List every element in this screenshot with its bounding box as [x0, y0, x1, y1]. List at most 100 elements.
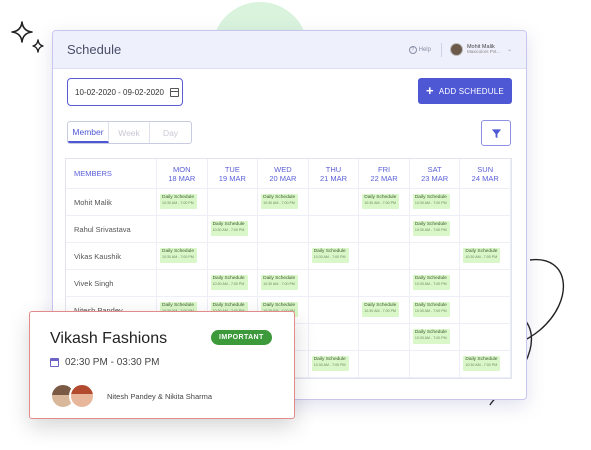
filter-button[interactable] — [481, 120, 511, 146]
schedule-chip[interactable]: Daily Schedule10:30 AM - 7:00 PM — [261, 275, 299, 290]
schedule-cell[interactable]: Daily Schedule10:30 AM - 7:00 PM — [157, 243, 208, 270]
schedule-cell[interactable] — [308, 189, 360, 216]
help-link[interactable]: ? Help — [408, 45, 431, 54]
schedule-cell[interactable]: Daily Schedule10:30 AM - 7:00 PM — [258, 189, 309, 216]
tab-day[interactable]: Day — [150, 122, 191, 143]
schedule-cell[interactable]: Daily Schedule10:30 AM - 7:00 PM — [409, 189, 461, 216]
schedule-cell[interactable] — [308, 297, 360, 324]
schedule-chip-label: Daily Schedule — [414, 303, 447, 308]
event-time: 02:30 PM - 03:30 PM — [50, 357, 160, 368]
user-menu[interactable]: Mohit Malik Maxicolors Pvt... ⌄ — [449, 43, 512, 56]
schedule-cell[interactable] — [308, 270, 360, 297]
schedule-chip[interactable]: Daily Schedule10:30 AM - 7:00 PM — [463, 356, 501, 371]
member-name: Vivek Singh — [66, 270, 157, 297]
schedule-chip[interactable]: Daily Schedule10:30 AM - 7:00 PM — [412, 329, 450, 344]
schedule-chip[interactable]: Daily Schedule10:30 AM - 7:00 PM — [412, 194, 450, 209]
day-name: MON — [173, 164, 191, 174]
schedule-chip-time: 10:30 AM - 7:00 PM — [263, 201, 295, 205]
schedule-chip-label: Daily Schedule — [263, 195, 296, 200]
schedule-cell[interactable] — [460, 324, 511, 351]
calendar-icon — [50, 358, 59, 367]
schedule-chip[interactable]: Daily Schedule10:30 AM - 7:00 PM — [412, 275, 450, 290]
schedule-cell[interactable] — [157, 270, 208, 297]
schedule-cell[interactable] — [258, 243, 309, 270]
schedule-chip-label: Daily Schedule — [414, 330, 447, 335]
schedule-cell[interactable]: Daily Schedule10:30 AM - 7:00 PM — [409, 324, 461, 351]
schedule-chip[interactable]: Daily Schedule10:30 AM - 7:00 PM — [362, 194, 400, 209]
schedule-cell[interactable] — [308, 216, 360, 243]
schedule-chip[interactable]: Daily Schedule10:30 AM - 7:00 PM — [261, 194, 299, 209]
schedule-cell[interactable] — [207, 243, 259, 270]
schedule-cell[interactable] — [409, 351, 461, 378]
schedule-cell[interactable]: Daily Schedule10:30 AM - 7:00 PM — [308, 351, 360, 378]
schedule-chip-time: 10:30 AM - 7:00 PM — [212, 228, 245, 232]
sparkle-icon — [11, 21, 44, 53]
member-name: Vikas Kaushik — [66, 243, 157, 270]
schedule-chip-time: 10:30 AM - 7:00 PM — [414, 309, 447, 313]
day-header: MON 18 MAR — [157, 159, 208, 189]
schedule-cell[interactable] — [409, 243, 461, 270]
schedule-chip-time: 10:30 AM - 7:00 PM — [263, 282, 295, 286]
view-switcher: Member Week Day — [67, 121, 192, 144]
members-header: MEMBERS — [66, 159, 157, 189]
schedule-cell[interactable] — [460, 270, 511, 297]
schedule-chip[interactable]: Daily Schedule10:30 AM - 7:00 PM — [160, 248, 197, 263]
day-date: 24 MAR — [471, 173, 499, 183]
schedule-cell[interactable] — [207, 189, 259, 216]
schedule-cell[interactable]: Daily Schedule10:30 AM - 7:00 PM — [308, 243, 360, 270]
schedule-chip[interactable]: Daily Schedule10:30 AM - 7:00 PM — [210, 221, 248, 236]
schedule-cell[interactable]: Daily Schedule10:30 AM - 7:00 PM — [359, 189, 410, 216]
chevron-down-icon: ⌄ — [506, 47, 512, 53]
add-schedule-button[interactable]: + ADD SCHEDULE — [418, 78, 512, 104]
schedule-chip[interactable]: Daily Schedule10:30 AM - 7:00 PM — [311, 356, 349, 371]
schedule-cell[interactable]: Daily Schedule10:30 AM - 7:00 PM — [207, 216, 259, 243]
schedule-chip[interactable]: Daily Schedule10:30 AM - 7:00 PM — [362, 302, 400, 317]
schedule-cell[interactable]: Daily Schedule10:30 AM - 7:00 PM — [258, 270, 309, 297]
schedule-cell[interactable]: Daily Schedule10:30 AM - 7:00 PM — [409, 216, 461, 243]
schedule-chip-time: 10:30 AM - 7:00 PM — [465, 255, 498, 259]
schedule-chip[interactable]: Daily Schedule10:30 AM - 7:00 PM — [311, 248, 349, 263]
user-company: Maxicolors Pvt... — [466, 49, 500, 55]
day-name: SAT — [427, 164, 442, 174]
schedule-cell[interactable] — [308, 324, 360, 351]
schedule-cell[interactable] — [359, 324, 410, 351]
schedule-cell[interactable]: Daily Schedule10:30 AM - 7:00 PM — [409, 270, 461, 297]
avatar — [69, 383, 95, 409]
schedule-cell[interactable] — [359, 216, 410, 243]
schedule-cell[interactable] — [359, 243, 410, 270]
schedule-cell[interactable] — [359, 270, 410, 297]
schedule-cell[interactable] — [460, 297, 511, 324]
tab-member[interactable]: Member — [68, 122, 109, 143]
schedule-chip-label: Daily Schedule — [465, 357, 498, 362]
schedule-cell[interactable]: Daily Schedule10:30 AM - 7:00 PM — [207, 270, 259, 297]
schedule-cell[interactable] — [157, 216, 208, 243]
schedule-cell[interactable] — [258, 216, 309, 243]
schedule-chip-label: Daily Schedule — [364, 195, 397, 200]
schedule-chip[interactable]: Daily Schedule10:30 AM - 7:00 PM — [160, 194, 197, 209]
schedule-cell[interactable]: Daily Schedule10:30 AM - 7:00 PM — [359, 297, 410, 324]
schedule-chip[interactable]: Daily Schedule10:30 AM - 7:00 PM — [463, 248, 501, 263]
schedule-cell[interactable]: Daily Schedule10:30 AM - 7:00 PM — [460, 243, 511, 270]
schedule-cell[interactable] — [359, 351, 410, 378]
schedule-cell[interactable]: Daily Schedule10:30 AM - 7:00 PM — [460, 351, 511, 378]
schedule-chip-label: Daily Schedule — [263, 303, 296, 308]
schedule-chip[interactable]: Daily Schedule10:30 AM - 7:00 PM — [412, 221, 450, 236]
event-attendees: Nitesh Pandey & Nikita Sharma — [107, 392, 213, 401]
day-date: 22 MAR — [370, 173, 398, 183]
filter-icon — [491, 128, 501, 138]
event-card[interactable]: Vikash Fashions IMPORTANT 02:30 PM - 03:… — [29, 311, 295, 419]
schedule-chip[interactable]: Daily Schedule10:30 AM - 7:00 PM — [210, 275, 248, 290]
schedule-chip-label: Daily Schedule — [162, 249, 194, 254]
day-name: THU — [325, 164, 342, 174]
schedule-chip[interactable]: Daily Schedule10:30 AM - 7:00 PM — [412, 302, 450, 317]
schedule-cell[interactable]: Daily Schedule10:30 AM - 7:00 PM — [409, 297, 461, 324]
schedule-cell[interactable]: Daily Schedule10:30 AM - 7:00 PM — [157, 189, 208, 216]
user-info: Mohit Malik Maxicolors Pvt... — [467, 44, 500, 55]
date-range-picker[interactable]: 10-02-2020 - 09-02-2020 — [67, 78, 183, 106]
schedule-chip-time: 10:30 AM - 7:00 PM — [162, 201, 194, 205]
schedule-cell[interactable] — [460, 189, 511, 216]
schedule-chip-time: 10:30 AM - 7:00 PM — [313, 363, 346, 367]
schedule-cell[interactable] — [460, 216, 511, 243]
tab-week[interactable]: Week — [109, 122, 150, 143]
day-header: SUN 24 MAR — [460, 159, 511, 189]
